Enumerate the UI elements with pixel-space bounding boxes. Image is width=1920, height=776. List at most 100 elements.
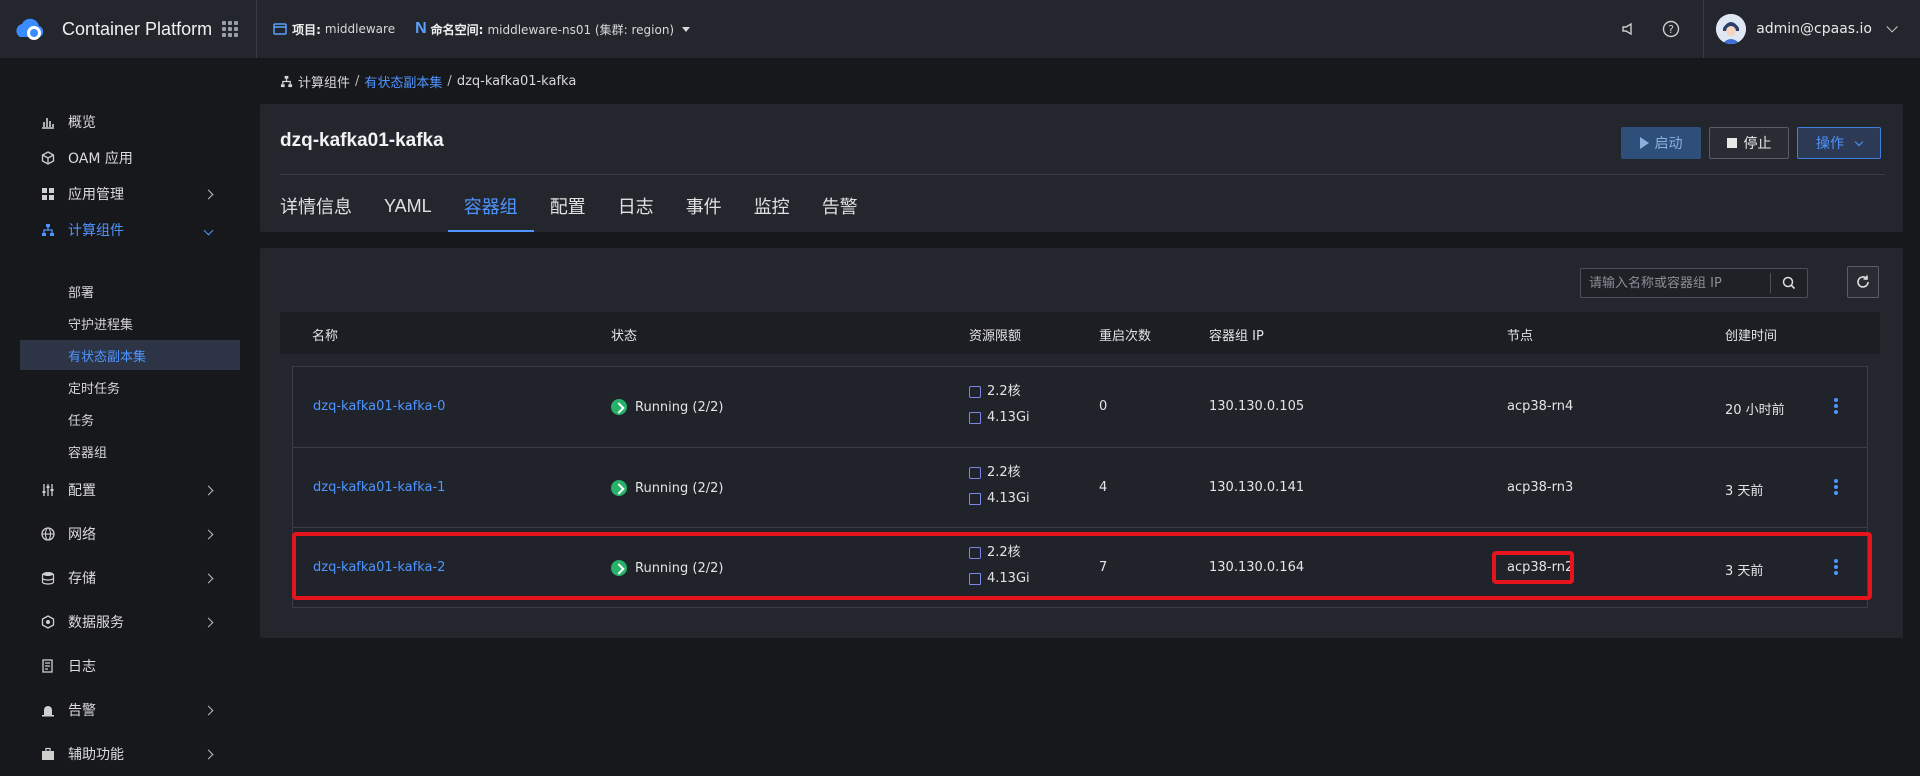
sidebar-item-compute[interactable]: 计算组件 bbox=[20, 212, 240, 248]
tab-pods[interactable]: 容器组 bbox=[447, 180, 534, 232]
tab-monitoring[interactable]: 监控 bbox=[738, 180, 806, 232]
chevron-right-icon bbox=[203, 485, 214, 495]
sidebar-subitem-cronjob[interactable]: 定时任务 bbox=[20, 372, 240, 402]
pod-name-link[interactable]: dzq-kafka01-kafka-2 bbox=[313, 560, 445, 575]
more-actions-icon[interactable] bbox=[1834, 479, 1838, 495]
created-time: 3 天前 bbox=[1725, 484, 1764, 499]
divider bbox=[280, 174, 1885, 175]
sidebar-subitem-deployment[interactable]: 部署 bbox=[20, 276, 240, 306]
node-name: acp38-rn4 bbox=[1507, 399, 1574, 414]
sidebar-item-data-services[interactable]: 数据服务 bbox=[20, 604, 240, 640]
sliders-icon bbox=[40, 482, 56, 498]
pods-panel: 名称 状态 资源限额 重启次数 容器组 IP 节点 创建时间 dzq-kafka… bbox=[260, 248, 1903, 638]
namespace-selector[interactable]: N 命名空间: middleware-ns01 (集群: region) bbox=[415, 20, 691, 38]
breadcrumb-current: dzq-kafka01-kafka bbox=[456, 74, 577, 89]
restart-count: 7 bbox=[1099, 560, 1108, 575]
tab-details[interactable]: 详情信息 bbox=[280, 180, 368, 232]
tab-alerts[interactable]: 告警 bbox=[806, 180, 874, 232]
play-icon bbox=[1639, 137, 1649, 149]
stop-icon bbox=[1726, 138, 1737, 148]
sidebar-subitem-daemonset[interactable]: 守护进程集 bbox=[20, 308, 240, 338]
caret-down-icon bbox=[682, 26, 691, 32]
namespace-label: 命名空间: bbox=[430, 22, 484, 37]
tab-logs[interactable]: 日志 bbox=[602, 180, 670, 232]
table-row: dzq-kafka01-kafka-0 Running (2/2) 2.2核 4… bbox=[293, 367, 1867, 447]
cpu-icon bbox=[969, 467, 981, 479]
start-button[interactable]: 启动 bbox=[1621, 127, 1701, 159]
hierarchy-icon bbox=[40, 222, 56, 238]
sidebar-item-config[interactable]: 配置 bbox=[20, 472, 240, 508]
memory-icon bbox=[969, 493, 981, 505]
tab-events[interactable]: 事件 bbox=[670, 180, 738, 232]
project-icon bbox=[273, 23, 287, 35]
table-header: 名称 状态 资源限额 重启次数 容器组 IP 节点 创建时间 bbox=[280, 312, 1880, 354]
cpu-value: 2.2核 bbox=[987, 545, 1021, 560]
more-actions-icon[interactable] bbox=[1834, 559, 1838, 575]
breadcrumb: 计算组件 / 有状态副本集 / dzq-kafka01-kafka bbox=[280, 72, 576, 91]
search-icon[interactable] bbox=[1771, 269, 1807, 297]
tab-yaml[interactable]: YAML bbox=[368, 180, 448, 232]
resource-limits: 2.2核 4.13Gi bbox=[969, 460, 1030, 512]
sidebar-item-alerts[interactable]: 告警 bbox=[20, 692, 240, 728]
operations-dropdown-button[interactable]: 操作 bbox=[1797, 127, 1881, 159]
avatar[interactable] bbox=[1716, 14, 1747, 44]
column-header-resources: 资源限额 bbox=[969, 329, 1022, 344]
more-actions-icon[interactable] bbox=[1834, 398, 1838, 414]
tab-bar: 详情信息 YAML 容器组 配置 日志 事件 监控 告警 bbox=[280, 180, 874, 232]
chevron-down-icon[interactable] bbox=[1886, 21, 1898, 33]
status-text: Running (2/2) bbox=[635, 560, 724, 576]
sidebar-item-storage[interactable]: 存储 bbox=[20, 560, 240, 596]
sidebar-item-network[interactable]: 网络 bbox=[20, 516, 240, 552]
refresh-button[interactable] bbox=[1847, 266, 1879, 298]
breadcrumb-parent-link[interactable]: 有状态副本集 bbox=[364, 72, 442, 91]
status-badge: Running (2/2) bbox=[611, 480, 723, 496]
pod-ip: 130.130.0.105 bbox=[1209, 399, 1305, 414]
column-header-pod-ip: 容器组 IP bbox=[1209, 329, 1264, 344]
chevron-right-icon bbox=[203, 189, 214, 199]
platform-logo-icon[interactable] bbox=[12, 11, 48, 47]
pod-name-link[interactable]: dzq-kafka01-kafka-1 bbox=[313, 480, 445, 495]
app-title[interactable]: Container Platform bbox=[62, 19, 212, 40]
column-header-restarts: 重启次数 bbox=[1099, 329, 1152, 344]
sidebar-subitem-pods[interactable]: 容器组 bbox=[20, 436, 240, 466]
chevron-down-icon bbox=[203, 225, 214, 235]
sidebar-item-oam[interactable]: OAM 应用 bbox=[20, 140, 240, 176]
column-header-name: 名称 bbox=[312, 329, 339, 344]
project-selector[interactable]: 项目: middleware bbox=[273, 21, 395, 38]
memory-value: 4.13Gi bbox=[987, 571, 1030, 586]
chevron-right-icon bbox=[203, 573, 214, 583]
announcement-icon[interactable] bbox=[1619, 19, 1639, 39]
node-name: acp38-rn2 bbox=[1507, 560, 1574, 575]
created-time: 3 天前 bbox=[1725, 564, 1764, 579]
bar-chart-icon bbox=[40, 114, 56, 130]
cpu-icon bbox=[969, 386, 981, 398]
app-grid-icon[interactable] bbox=[222, 21, 239, 37]
sidebar-item-overview[interactable]: 概览 bbox=[20, 104, 240, 140]
stop-button[interactable]: 停止 bbox=[1709, 127, 1789, 159]
search-input[interactable] bbox=[1581, 275, 1771, 291]
sidebar-item-logs[interactable]: 日志 bbox=[20, 648, 240, 684]
tab-config[interactable]: 配置 bbox=[534, 180, 602, 232]
user-name[interactable]: admin@cpaas.io bbox=[1756, 21, 1872, 37]
sidebar-subitem-statefulset[interactable]: 有状态副本集 bbox=[20, 340, 240, 370]
sidebar-subitem-job[interactable]: 任务 bbox=[20, 404, 240, 434]
refresh-icon bbox=[1857, 275, 1869, 288]
sidebar-item-utilities[interactable]: 辅助功能 bbox=[20, 736, 240, 772]
hexagon-icon bbox=[40, 614, 56, 630]
pod-name-link[interactable]: dzq-kafka01-kafka-0 bbox=[313, 399, 445, 414]
top-bar: Container Platform 项目: middleware N 命名空间… bbox=[0, 0, 1920, 58]
memory-value: 4.13Gi bbox=[987, 410, 1030, 425]
help-icon[interactable]: ? bbox=[1661, 19, 1681, 39]
column-header-status: 状态 bbox=[611, 329, 638, 344]
namespace-icon: N bbox=[415, 20, 427, 37]
cpu-value: 2.2核 bbox=[987, 465, 1021, 480]
sidebar-item-label: 存储 bbox=[68, 571, 96, 587]
chevron-right-icon bbox=[203, 529, 214, 539]
sidebar-item-app-management[interactable]: 应用管理 bbox=[20, 176, 240, 212]
database-icon bbox=[40, 570, 56, 586]
column-header-node: 节点 bbox=[1507, 329, 1534, 344]
alarm-icon bbox=[40, 702, 56, 718]
breadcrumb-root: 计算组件 bbox=[298, 76, 351, 91]
sidebar-item-label: 告警 bbox=[68, 703, 96, 719]
running-icon bbox=[611, 399, 627, 415]
